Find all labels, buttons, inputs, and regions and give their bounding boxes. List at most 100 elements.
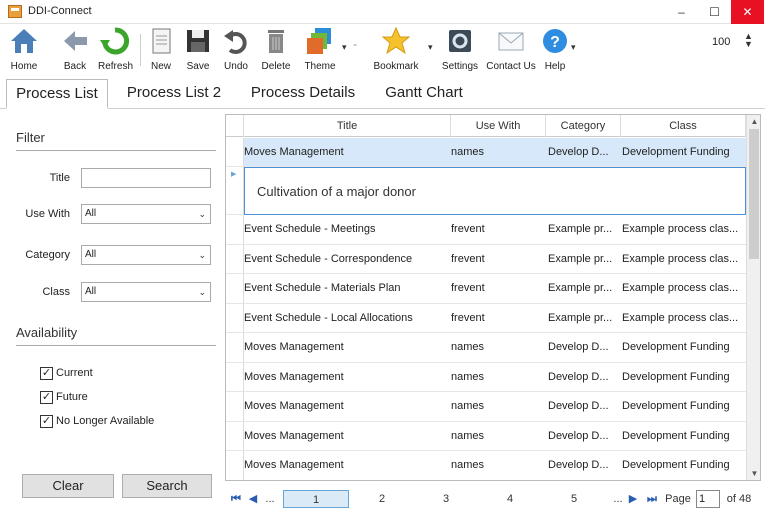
new-label: New [150,61,171,72]
cell-class: Example process clas... [622,252,739,265]
row-selector[interactable] [226,138,244,167]
scroll-thumb[interactable] [749,129,759,259]
page-1-button[interactable]: 1 [283,490,349,508]
page-number-input[interactable]: 1 [696,490,720,508]
cell-class: Example process clas... [622,223,739,236]
title-input[interactable] [81,168,211,188]
cell-use-with: names [451,429,485,442]
last-page-icon[interactable]: ⏭ [645,490,659,508]
refresh-button[interactable]: Refresh [98,26,133,74]
row-selector[interactable] [226,392,244,422]
table-row-selected[interactable]: Moves Management names Develop D... Deve… [244,138,746,167]
filter-divider [16,150,216,151]
vertical-scrollbar[interactable]: ▲ ▼ [746,115,760,480]
page-3-button[interactable]: 3 [419,490,473,508]
search-button[interactable]: Search [122,474,212,498]
help-icon: ? [543,29,567,53]
column-header-class[interactable]: Class [621,115,746,137]
current-checkbox[interactable]: ✓ [40,367,53,380]
table-row[interactable]: Moves Management names Develop D... Develop… [244,392,746,422]
table-row[interactable]: Event Schedule - Materials Plan frevent Ex… [244,274,746,304]
class-select[interactable]: All ⌄ [81,282,211,302]
settings-button[interactable]: Settings [440,26,480,74]
scroll-down-icon[interactable]: ▼ [747,467,760,480]
help-button[interactable]: ? Help [542,26,568,74]
tab-process-list-2[interactable]: Process List 2 [116,79,232,109]
table-row[interactable]: Moves Management names Develop D... Develop… [244,363,746,392]
table-row[interactable]: Moves Management names Develop D... Develop… [244,333,746,363]
chevron-down-icon: ⌄ [198,209,206,219]
table-row[interactable]: Moves Management names Develop D... Develop… [244,451,746,480]
category-select[interactable]: All ⌄ [81,245,211,265]
cell-use-with: names [451,341,485,354]
theme-dropdown-icon[interactable]: ▾ [342,42,347,53]
cell-category: Example pr... [548,311,613,324]
customize-toolbar-icon[interactable]: ⁼ [353,42,357,51]
ellipsis-right[interactable]: ... [611,490,625,508]
detail-text: Cultivation of a major donor [257,183,416,199]
row-selector[interactable] [226,244,244,274]
zoom-spinner-icon[interactable]: ▲ ▼ [744,32,753,49]
row-selector[interactable]: ▶ [226,167,244,215]
chevron-down-icon: ⌄ [198,287,206,297]
page-2-button[interactable]: 2 [355,490,409,508]
new-document-icon [152,28,171,54]
minimize-button[interactable]: – [665,0,698,24]
use-with-select[interactable]: All ⌄ [81,204,211,224]
row-selector[interactable] [226,333,244,363]
row-selector[interactable] [226,303,244,333]
save-icon [187,30,209,52]
class-label: Class [42,286,70,298]
close-button[interactable]: ✕ [731,0,764,24]
page-4-button[interactable]: 4 [483,490,537,508]
undo-button[interactable]: Undo [222,26,250,74]
cell-class: Development Funding [622,400,730,413]
row-selector[interactable] [226,274,244,304]
maximize-button[interactable]: ☐ [698,0,731,24]
theme-button[interactable]: Theme [302,26,338,74]
cell-category: Develop D... [548,370,609,383]
first-page-icon[interactable]: ⏮ [229,490,243,508]
column-header-use-with[interactable]: Use With [451,115,546,137]
column-header-category[interactable]: Category [546,115,621,137]
bookmark-dropdown-icon[interactable]: ▾ [428,42,433,53]
table-row[interactable]: Event Schedule - Correspondence frevent Ex… [244,245,746,274]
zoom-value[interactable]: 100 [712,36,730,48]
save-button[interactable]: Save [184,26,212,74]
next-page-icon[interactable]: ▶ [627,490,639,508]
row-selector[interactable] [226,451,244,480]
home-button[interactable]: Home [8,26,40,74]
row-detail[interactable]: Cultivation of a major donor [244,167,746,215]
help-dropdown-icon[interactable]: ▾ [571,42,576,53]
row-selector[interactable] [226,421,244,451]
table-row[interactable]: Event Schedule - Local Allocations freven… [244,304,746,333]
scroll-up-icon[interactable]: ▲ [747,115,760,128]
new-button[interactable]: New [148,26,174,74]
row-selector[interactable] [226,215,244,245]
future-checkbox[interactable]: ✓ [40,391,53,404]
trash-icon [268,30,284,53]
bookmark-label: Bookmark [373,61,419,72]
ellipsis-left[interactable]: ... [263,490,277,508]
bookmark-button[interactable]: Bookmark [372,26,420,74]
page-label: Page [665,493,691,505]
app-icon [8,5,22,18]
tab-gantt-chart[interactable]: Gantt Chart [374,79,474,109]
tab-process-details[interactable]: Process Details [238,79,368,109]
table-row[interactable]: Moves Management names Develop D... Develop… [244,422,746,451]
row-selector[interactable] [226,362,244,392]
page-5-button[interactable]: 5 [547,490,601,508]
current-label: Current [56,367,93,379]
no-longer-available-checkbox[interactable]: ✓ [40,415,53,428]
previous-page-icon[interactable]: ◀ [247,490,259,508]
tab-process-list[interactable]: Process List [6,79,108,109]
column-header-title[interactable]: Title [244,115,451,137]
back-button[interactable]: Back [60,26,90,74]
process-grid: Title Use With Category Class Moves Mana… [225,114,761,481]
cell-class: Development Funding [622,341,730,354]
clear-button[interactable]: Clear [22,474,114,498]
delete-button[interactable]: Delete [260,26,292,74]
contact-us-button[interactable]: Contact Us [482,26,540,74]
table-row[interactable]: Event Schedule - Meetings frevent Example … [244,215,746,245]
cell-title: Moves Management [244,370,344,383]
